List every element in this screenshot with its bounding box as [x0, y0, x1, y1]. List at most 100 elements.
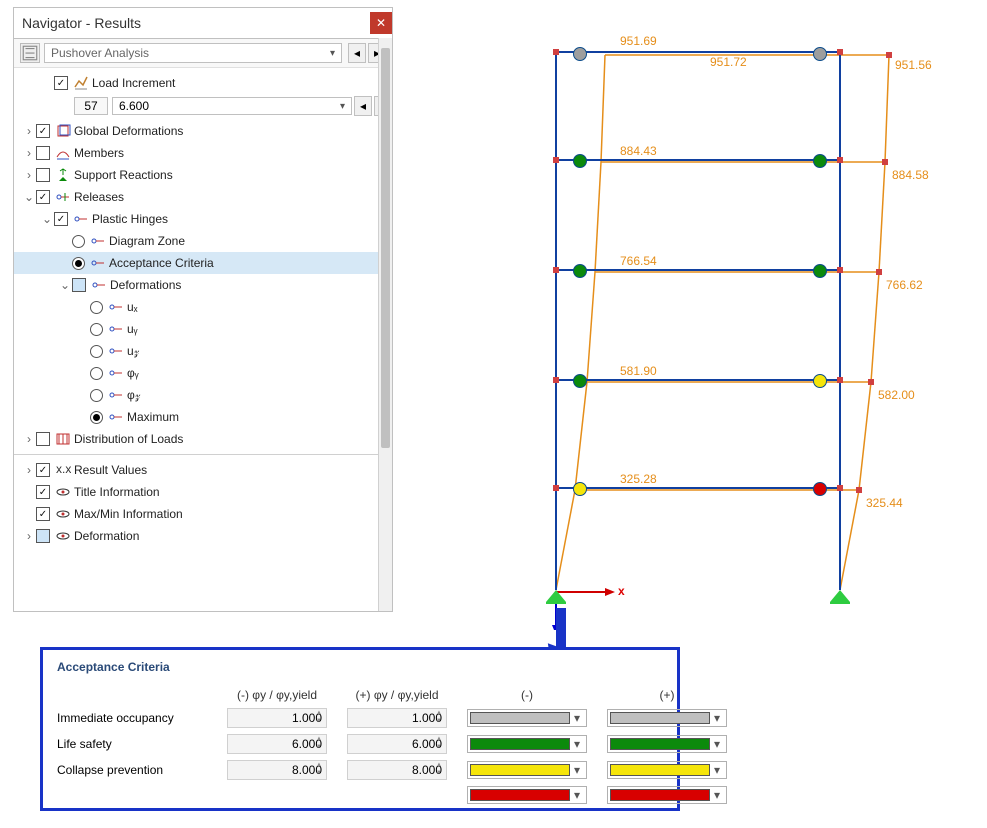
- checkbox[interactable]: ✓: [54, 212, 68, 226]
- expander-icon[interactable]: ›: [22, 529, 36, 543]
- radio[interactable]: [90, 411, 103, 424]
- global-deformations-node[interactable]: › ✓ Global Deformations: [14, 120, 392, 142]
- spin-down[interactable]: ▼: [433, 718, 445, 726]
- ux-node[interactable]: uₓ: [14, 296, 392, 318]
- radio[interactable]: [90, 301, 103, 314]
- load-increment-node[interactable]: ✓ Load Increment: [14, 72, 392, 94]
- node-dot: [886, 52, 892, 58]
- ls-neg-field[interactable]: 6.000▲▼: [227, 734, 327, 754]
- diagram-zone-node[interactable]: Diagram Zone: [14, 230, 392, 252]
- radio[interactable]: [90, 367, 103, 380]
- expander-icon[interactable]: ›: [22, 463, 36, 477]
- maxmin-info-node[interactable]: ✓ Max/Min Information: [14, 503, 392, 525]
- deformations-node[interactable]: ⌄ Deformations: [14, 274, 392, 296]
- hinge-yellow: [813, 374, 827, 388]
- uz-node[interactable]: u𝓏: [14, 340, 392, 362]
- ls-pos-field[interactable]: 6.000▲▼: [347, 734, 447, 754]
- spin-down[interactable]: ▼: [313, 770, 325, 778]
- checkbox[interactable]: [36, 529, 50, 543]
- color-neg-gray[interactable]: ▾: [467, 709, 587, 727]
- close-button[interactable]: ✕: [370, 12, 392, 34]
- color-pos-gray[interactable]: ▾: [607, 709, 727, 727]
- eye-icon: [54, 484, 72, 500]
- spin-up[interactable]: ▲: [433, 736, 445, 744]
- expander-icon[interactable]: ⌄: [58, 278, 72, 292]
- checkbox[interactable]: ✓: [36, 463, 50, 477]
- radio[interactable]: [90, 345, 103, 358]
- chevron-down-icon: ▾: [340, 101, 345, 112]
- io-neg-field[interactable]: 1.000▲▼: [227, 708, 327, 728]
- checkbox-load-increment[interactable]: ✓: [54, 76, 68, 90]
- deformation-icon: [54, 123, 72, 139]
- spin-down[interactable]: ▼: [433, 744, 445, 752]
- label: uᵧ: [127, 322, 138, 336]
- checkbox[interactable]: ✓: [36, 124, 50, 138]
- hinge-icon: [107, 365, 125, 381]
- checkbox[interactable]: [36, 168, 50, 182]
- cp-neg-field[interactable]: 8.000▲▼: [227, 760, 327, 780]
- load-value-combo[interactable]: 6.600 ▾: [112, 97, 352, 115]
- support-reactions-node[interactable]: › Support Reactions: [14, 164, 392, 186]
- title-info-node[interactable]: ✓ Title Information: [14, 481, 392, 503]
- io-pos-field[interactable]: 1.000▲▼: [347, 708, 447, 728]
- col-header-pos: (+) φy / φy,yield: [347, 688, 447, 702]
- deformation-node[interactable]: › Deformation: [14, 525, 392, 547]
- color-pos-yellow[interactable]: ▾: [607, 761, 727, 779]
- chevron-down-icon: ▾: [710, 788, 724, 802]
- expander-icon[interactable]: ›: [22, 124, 36, 138]
- load-step-field[interactable]: 57: [74, 97, 108, 115]
- spin-up[interactable]: ▲: [433, 762, 445, 770]
- analysis-type-combo[interactable]: Pushover Analysis ▾: [44, 43, 342, 63]
- spin-up[interactable]: ▲: [313, 762, 325, 770]
- checkbox[interactable]: ✓: [36, 507, 50, 521]
- uy-node[interactable]: uᵧ: [14, 318, 392, 340]
- expander-icon[interactable]: ›: [22, 432, 36, 446]
- expander-icon[interactable]: ⌄: [22, 190, 36, 204]
- chevron-down-icon: ▾: [570, 711, 584, 725]
- navigator-title: Navigator - Results: [22, 15, 141, 31]
- maximum-node[interactable]: Maximum: [14, 406, 392, 428]
- checkbox[interactable]: [72, 278, 86, 292]
- prev-step-button[interactable]: ◂: [354, 96, 372, 116]
- hinge-yellow: [573, 482, 587, 496]
- checkbox[interactable]: ✓: [36, 190, 50, 204]
- color-pos-red[interactable]: ▾: [607, 786, 727, 804]
- label: Releases: [74, 190, 124, 204]
- cp-pos-field[interactable]: 8.000▲▼: [347, 760, 447, 780]
- releases-node[interactable]: ⌄ ✓ Releases: [14, 186, 392, 208]
- result-values-node[interactable]: › ✓ x.xx Result Values: [14, 459, 392, 481]
- checkbox[interactable]: ✓: [36, 485, 50, 499]
- checkbox[interactable]: [36, 146, 50, 160]
- spin-down[interactable]: ▼: [313, 718, 325, 726]
- spin-up[interactable]: ▲: [433, 710, 445, 718]
- color-pos-green[interactable]: ▾: [607, 735, 727, 753]
- checkbox[interactable]: [36, 432, 50, 446]
- prev-analysis-button[interactable]: ◂: [348, 43, 366, 63]
- members-node[interactable]: › Members: [14, 142, 392, 164]
- phiy-node[interactable]: φᵧ: [14, 362, 392, 384]
- analysis-icon[interactable]: [20, 43, 40, 63]
- spin-up[interactable]: ▲: [313, 710, 325, 718]
- color-neg-green[interactable]: ▾: [467, 735, 587, 753]
- load-value: 6.600: [119, 99, 149, 113]
- spin-up[interactable]: ▲: [313, 736, 325, 744]
- color-neg-red[interactable]: ▾: [467, 786, 587, 804]
- color-neg-yellow[interactable]: ▾: [467, 761, 587, 779]
- expander-icon[interactable]: ›: [22, 168, 36, 182]
- expander-icon[interactable]: ⌄: [40, 212, 54, 226]
- radio[interactable]: [72, 257, 85, 270]
- plastic-hinges-node[interactable]: ⌄ ✓ Plastic Hinges: [14, 208, 392, 230]
- radio[interactable]: [72, 235, 85, 248]
- scrollbar-thumb[interactable]: [381, 48, 390, 448]
- spin-down[interactable]: ▼: [313, 744, 325, 752]
- distribution-loads-node[interactable]: › Distribution of Loads: [14, 428, 392, 450]
- label: Deformations: [110, 278, 181, 292]
- acceptance-criteria-node[interactable]: Acceptance Criteria: [14, 252, 392, 274]
- radio[interactable]: [90, 323, 103, 336]
- node-dot: [837, 49, 843, 55]
- expander-icon[interactable]: ›: [22, 146, 36, 160]
- scrollbar[interactable]: [378, 38, 392, 611]
- spin-down[interactable]: ▼: [433, 770, 445, 778]
- radio[interactable]: [90, 389, 103, 402]
- phiz-node[interactable]: φ𝓏: [14, 384, 392, 406]
